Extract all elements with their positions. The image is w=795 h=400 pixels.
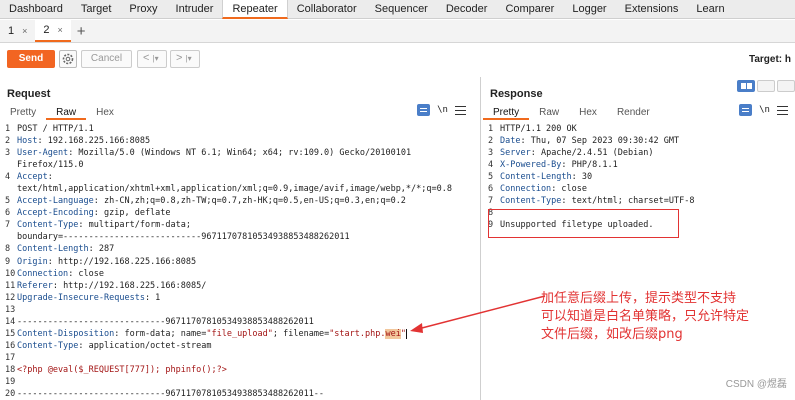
watermark: CSDN @煜磊 <box>725 379 787 390</box>
annotation-line: 可以知道是白名单策略，只允许特定 <box>541 309 750 324</box>
annotation-line: 加任意后缀上传，提示类型不支持 <box>541 291 737 306</box>
annotation-text: 加任意后缀上传，提示类型不支持 可以知道是白名单策略，只允许特定 文件后缀，如改… <box>541 290 795 344</box>
annotation-line: 文件后缀，如改后缀png <box>541 327 683 342</box>
